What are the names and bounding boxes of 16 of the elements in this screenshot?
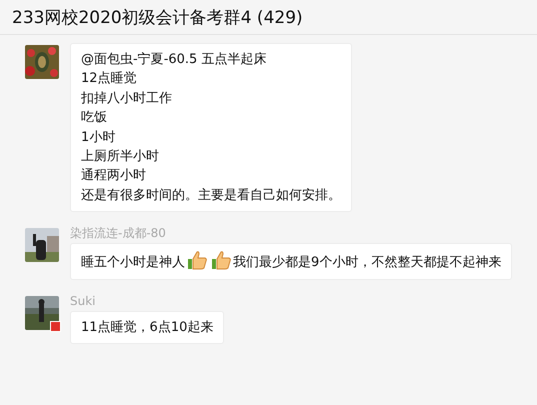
message-text: 12点睡觉 <box>81 71 137 86</box>
thumbs-up-icon <box>211 250 231 270</box>
message-text: 吃饭 <box>81 110 107 126</box>
message-text: 上厕所半小时 <box>81 149 159 164</box>
message-text: 睡五个小时是神人 <box>81 255 185 270</box>
message-text: 我们最少都是9个小时，不然整天都提不起神来 <box>233 255 502 270</box>
message-text: 1小时 <box>81 130 116 145</box>
thumbs-up-icon <box>187 250 207 270</box>
message-text: @面包虫-宁夏-60.5 五点半起床 <box>81 52 266 67</box>
window-title: 233网校2020初级会计备考群4 (429) <box>12 8 303 28</box>
message-text: 通程两小时 <box>81 168 146 184</box>
sender-name: 染指流连-成都-80 <box>70 226 167 240</box>
message-text: 11点睡觉，6点10起来 <box>81 320 214 335</box>
message-text: 还是有很多时间的。主要是看自己如何安排。 <box>81 188 341 203</box>
sender-name: Suki <box>70 294 97 308</box>
message-text: 扣掉八小时工作 <box>81 90 172 106</box>
